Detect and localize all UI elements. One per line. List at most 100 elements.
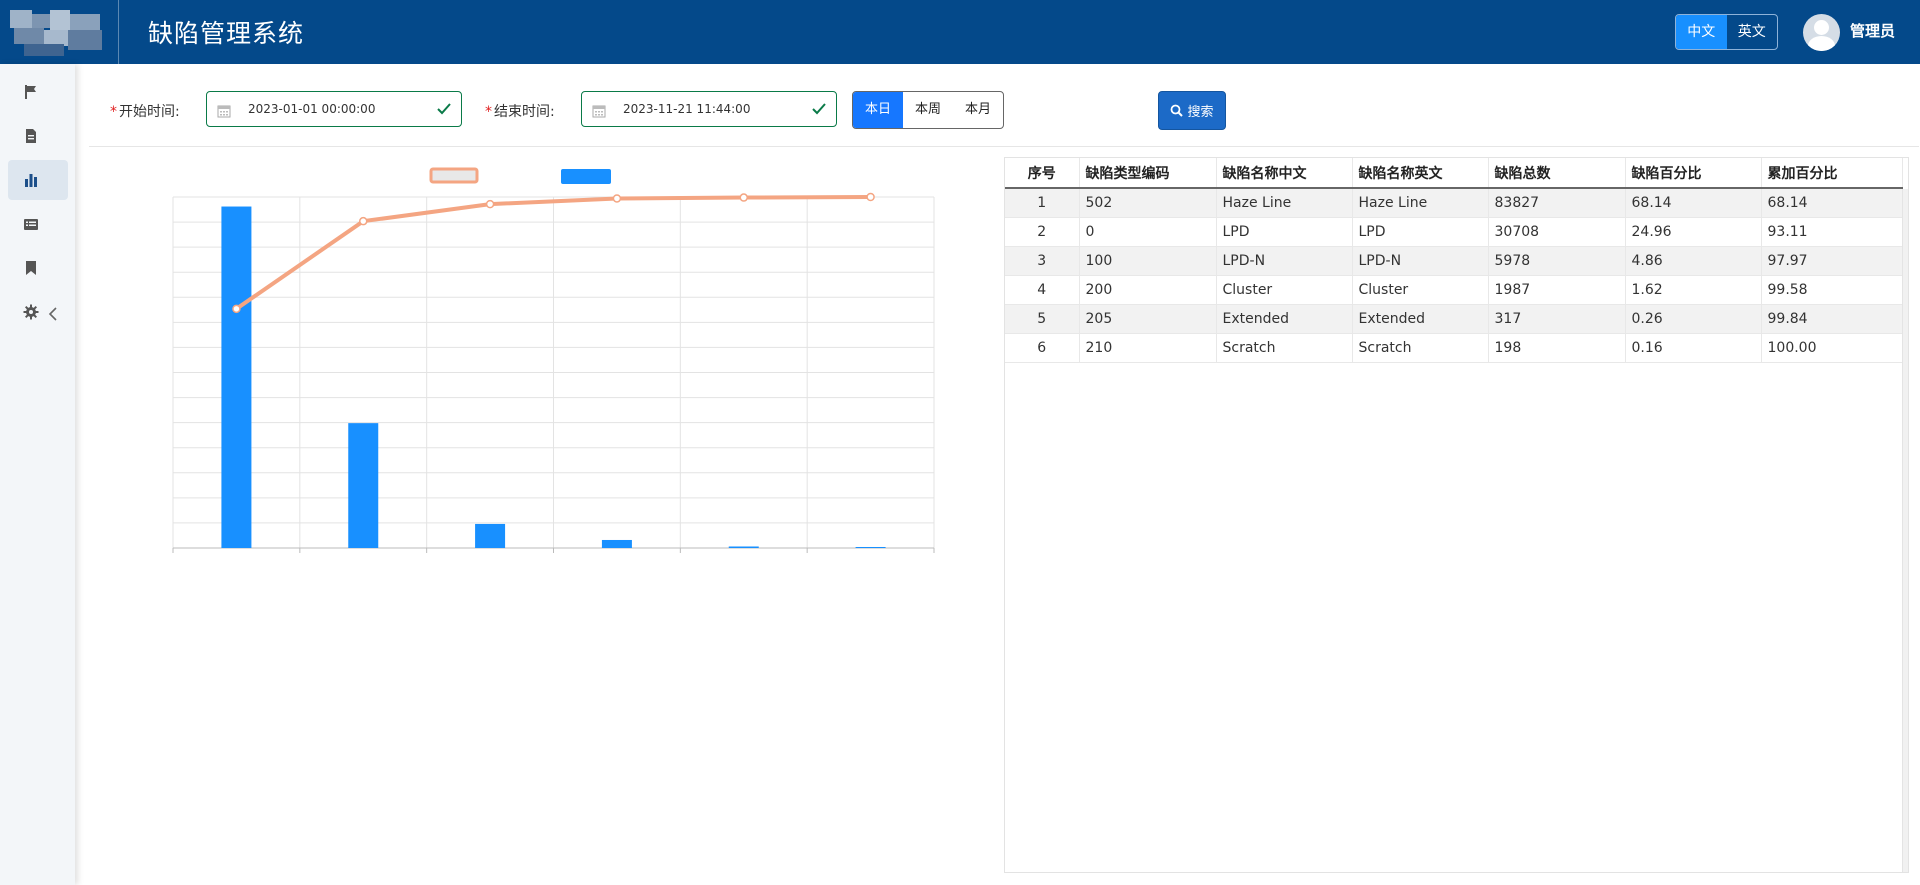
table-row[interactable]: 2 0 LPD LPD 30708 24.96 93.11 <box>1005 217 1903 247</box>
quick-range-month[interactable]: 本月 <box>953 92 1003 128</box>
logo-divider <box>118 0 119 64</box>
table-cell: 4.86 <box>1625 246 1762 276</box>
table-header-cell: 累加百分比 <box>1761 158 1903 189</box>
bookmark-icon <box>26 261 36 275</box>
table-cell: Scratch <box>1216 333 1353 363</box>
bar <box>348 423 379 548</box>
table-cell: 200 <box>1079 275 1217 305</box>
search-icon <box>1171 104 1184 117</box>
language-switch[interactable]: 中文 英文 <box>1675 14 1778 50</box>
table-cell: 24.96 <box>1625 217 1762 247</box>
table-cell: 99.84 <box>1761 304 1903 334</box>
chevron-left-icon[interactable] <box>48 307 58 321</box>
table-header-cell: 缺陷名称中文 <box>1216 158 1353 189</box>
table-cell: LPD <box>1216 217 1353 247</box>
sidebar <box>0 64 75 885</box>
table-cell: Cluster <box>1352 275 1489 305</box>
pareto-chart <box>172 167 935 553</box>
lang-english-option[interactable]: 英文 <box>1727 15 1778 49</box>
table-header-cell: 缺陷总数 <box>1488 158 1626 189</box>
table-row[interactable]: 3 100 LPD-N LPD-N 5978 4.86 97.97 <box>1005 246 1903 276</box>
top-header: 缺陷管理系统 中文 英文 管理员 <box>0 0 1920 64</box>
table-row[interactable]: 1 502 Haze Line Haze Line 83827 68.14 68.14 <box>1005 188 1903 218</box>
quick-range-group: 本日 本周 本月 <box>852 91 1004 129</box>
table-row[interactable]: 4 200 Cluster Cluster 1987 1.62 99.58 <box>1005 275 1903 305</box>
table-cell: 198 <box>1488 333 1626 363</box>
table-cell: LPD <box>1352 217 1489 247</box>
end-time-label: * 结束时间: <box>485 104 555 120</box>
app-logo <box>0 0 118 64</box>
search-button[interactable]: 搜索 <box>1158 91 1226 130</box>
bar <box>475 523 506 548</box>
table-cell: 0 <box>1079 217 1217 247</box>
table-cell: 3 <box>1005 246 1080 276</box>
line-point <box>485 199 495 209</box>
table-cell: 1.62 <box>1625 275 1762 305</box>
table-cell: 2 <box>1005 217 1080 247</box>
bar <box>855 546 886 548</box>
list-icon <box>24 219 38 230</box>
line-point <box>866 192 875 202</box>
table-cell: 83827 <box>1488 188 1626 218</box>
table-cell: 0.26 <box>1625 304 1762 334</box>
app-title: 缺陷管理系统 <box>148 19 305 48</box>
gear-icon <box>23 304 39 320</box>
divider <box>89 146 1919 147</box>
table-cell: 4 <box>1005 275 1080 305</box>
sidebar-item-document[interactable] <box>8 116 68 156</box>
table-cell: 502 <box>1079 188 1217 218</box>
table-cell: Cluster <box>1216 275 1353 305</box>
lang-chinese-option[interactable]: 中文 <box>1676 15 1727 49</box>
table-cell: Haze Line <box>1352 188 1489 218</box>
table-cell: 99.58 <box>1761 275 1903 305</box>
legend-bar-swatch <box>561 169 611 184</box>
table-cell: 30708 <box>1488 217 1626 247</box>
search-button-label: 搜索 <box>1187 105 1214 120</box>
table-row[interactable]: 5 205 Extended Extended 317 0.26 99.84 <box>1005 304 1903 334</box>
table-header-cell: 缺陷类型编码 <box>1079 158 1217 189</box>
calendar-icon <box>592 105 606 118</box>
table-row[interactable]: 6 210 Scratch Scratch 198 0.16 100.00 <box>1005 333 1903 363</box>
sidebar-item-statistics[interactable] <box>8 160 68 200</box>
bar-chart-icon <box>25 174 37 187</box>
table-header-cell: 缺陷名称英文 <box>1352 158 1489 189</box>
table-cell: Haze Line <box>1216 188 1353 218</box>
user-avatar-icon[interactable] <box>1803 14 1840 51</box>
bar <box>728 546 759 548</box>
table-scrollbar[interactable] <box>1902 189 1908 872</box>
table-cell: 5978 <box>1488 246 1626 276</box>
table-cell: 1987 <box>1488 275 1626 305</box>
sidebar-item-bookmark[interactable] <box>8 248 68 288</box>
table-cell: 93.11 <box>1761 217 1903 247</box>
line-point <box>359 216 368 226</box>
user-name[interactable]: 管理员 <box>1850 20 1895 41</box>
table-cell: LPD-N <box>1216 246 1353 276</box>
end-time-value: 2023-11-21 11:44:00 <box>623 102 751 116</box>
check-icon <box>437 103 451 115</box>
line-point <box>739 193 748 202</box>
sidebar-item-flag[interactable] <box>8 72 68 112</box>
line-point <box>232 304 241 314</box>
table-cell: 205 <box>1079 304 1217 334</box>
table-cell: 68.14 <box>1625 188 1762 218</box>
table-header-cell: 序号 <box>1005 158 1080 189</box>
sidebar-item-list[interactable] <box>8 204 68 244</box>
bar <box>221 206 252 548</box>
table-cell: 5 <box>1005 304 1080 334</box>
document-icon <box>26 129 36 143</box>
table-cell: 100.00 <box>1761 333 1903 363</box>
table-body: 1 502 Haze Line Haze Line 83827 68.14 68.14 2 0 L… <box>1005 188 1903 363</box>
table-header-row: 序号 缺陷类型编码 缺陷名称中文 缺陷名称英文 缺陷总数 缺陷百分比 累加百分比 <box>1005 158 1903 189</box>
check-icon <box>812 103 826 115</box>
quick-range-week[interactable]: 本周 <box>903 92 953 128</box>
line-point <box>612 194 622 203</box>
table-cell: 97.97 <box>1761 246 1903 276</box>
bar <box>601 539 632 548</box>
table-cell: Extended <box>1352 304 1489 334</box>
sidebar-item-settings[interactable] <box>8 292 68 332</box>
table-cell: 100 <box>1079 246 1217 276</box>
start-time-input[interactable]: 2023-01-01 00:00:00 <box>206 91 462 127</box>
table-cell: 6 <box>1005 333 1080 363</box>
quick-range-today[interactable]: 本日 <box>853 92 903 128</box>
end-time-input[interactable]: 2023-11-21 11:44:00 <box>581 91 837 127</box>
